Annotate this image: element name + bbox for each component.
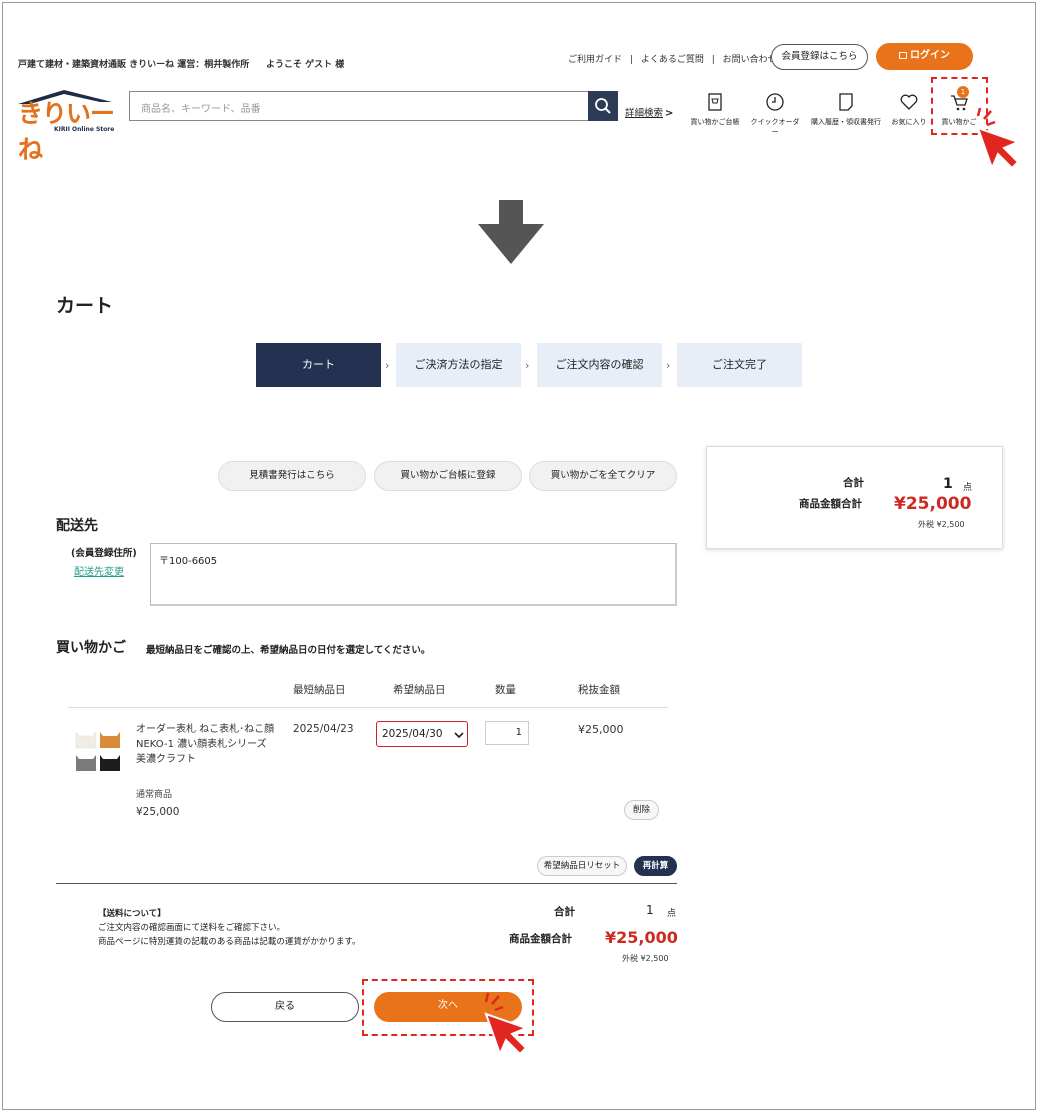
purchase-history-label: 購入履歴・領収書発行	[811, 118, 881, 126]
faq-link[interactable]: よくあるご質問	[641, 55, 704, 65]
advanced-search-label: 詳細検索	[625, 108, 664, 119]
section-divider	[56, 883, 677, 884]
step-separator-icon: ›	[525, 359, 530, 372]
step-payment: ご決済方法の指定	[396, 343, 521, 387]
favorites-icon[interactable]: お気に入り	[890, 91, 928, 127]
link-separator: |	[629, 55, 633, 65]
summary-total-count: 1	[943, 476, 953, 492]
quantity-input[interactable]: 1	[485, 721, 529, 745]
summary-amount: ¥25,000	[894, 494, 972, 514]
summary-amount-label: 商品金額合計	[799, 498, 862, 510]
summary-total-label: 合計	[843, 477, 864, 489]
column-desired-date: 希望納品日	[393, 684, 446, 696]
change-shipping-link[interactable]: 配送先変更	[74, 563, 124, 578]
search-placeholder: 商品名、キーワード、品番	[141, 104, 261, 115]
earliest-delivery-date: 2025/04/23	[293, 723, 354, 735]
clear-cart-button[interactable]: 買い物かごを全てクリア	[529, 461, 677, 491]
register-button[interactable]: 会員登録はこちら	[771, 44, 868, 70]
product-name-line: オーダー表札 ねこ表札･ねこ顔	[136, 724, 275, 735]
step-separator-icon: ›	[385, 359, 390, 372]
page-title: カート	[56, 295, 114, 317]
quick-order-icon[interactable]: クイックオーダー	[749, 91, 801, 137]
top-links: ご利用ガイド | よくあるご質問 | お問い合わせ	[568, 52, 777, 65]
ledger-glyph	[708, 93, 722, 111]
search-button[interactable]	[588, 91, 618, 121]
footer-amount-label: 商品金額合計	[509, 933, 572, 945]
footer-unit: 点	[667, 909, 677, 919]
step-confirm: ご注文内容の確認	[537, 343, 662, 387]
basket-note: 最短納品日をご確認の上、希望納品日の日付を選定してください。	[146, 645, 431, 656]
contact-link[interactable]: お問い合わせ	[723, 55, 777, 65]
arrow-down-icon	[478, 200, 544, 264]
site-logo[interactable]: きりいーね KIRII Online Store	[16, 88, 116, 164]
cat-nameplate-image	[75, 731, 120, 771]
heart-glyph	[900, 94, 918, 110]
order-summary-card: 合計 1 点 商品金額合計 ¥25,000 外税 ¥2,500	[706, 446, 1003, 549]
quick-order-label: クイックオーダー	[750, 118, 800, 136]
back-button[interactable]: 戻る	[211, 992, 359, 1022]
recalculate-button[interactable]: 再計算	[634, 856, 677, 876]
quote-button[interactable]: 見積書発行はこちら	[218, 461, 366, 491]
pointer-hand-icon	[976, 107, 1021, 171]
shipping-note-line: ご注文内容の確認画面にて送料をご確認下さい。	[98, 923, 286, 933]
advanced-search-link[interactable]: 詳細検索 >	[625, 101, 673, 120]
guide-link[interactable]: ご利用ガイド	[568, 55, 622, 65]
delete-button[interactable]: 削除	[624, 800, 659, 820]
site-tagline: 戸建て建材・建築資材通販 きりいーね 運営：桐井製作所	[18, 60, 250, 70]
summary-tax: 外税 ¥2,500	[918, 520, 965, 529]
shipping-heading: 配送先	[56, 518, 98, 534]
basket-heading: 買い物かご	[56, 640, 126, 656]
shipping-note-line: 商品ページに特別運賃の記載のある商品は記載の運賃がかかります。	[98, 937, 361, 947]
desired-date-value: 2025/04/30	[382, 728, 443, 740]
step-separator-icon: ›	[666, 359, 671, 372]
step-cart: カート	[256, 343, 381, 387]
product-name-line: 美濃クラフト	[136, 754, 196, 765]
item-type: 通常商品	[136, 790, 173, 800]
product-thumbnail[interactable]	[74, 728, 124, 776]
column-quantity: 数量	[495, 684, 516, 696]
login-button[interactable]: ログイン	[876, 43, 973, 70]
shopping-ledger-icon[interactable]: 買い物かご台帳	[690, 91, 740, 127]
pointer-hand-icon	[484, 992, 529, 1057]
ledger-label: 買い物かご台帳	[690, 118, 740, 126]
chevron-down-icon	[454, 732, 464, 739]
search-input[interactable]: 商品名、キーワード、品番	[129, 91, 589, 121]
item-price: ¥25,000	[578, 723, 624, 736]
footer-tax: 外税 ¥2,500	[622, 954, 669, 963]
reset-date-button[interactable]: 希望納品日リセット	[537, 856, 627, 876]
table-divider	[68, 707, 668, 708]
footer-amount: ¥25,000	[605, 928, 678, 947]
login-label: ログイン	[910, 50, 950, 61]
column-earliest-date: 最短納品日	[293, 684, 346, 696]
shipping-address-type: (会員登録住所)	[71, 548, 137, 559]
clock-glyph	[766, 93, 784, 111]
purchase-history-icon[interactable]: 購入履歴・領収書発行	[806, 91, 886, 127]
summary-unit: 点	[963, 483, 973, 493]
footer-total-count: 1	[646, 903, 654, 917]
column-price: 税抜金額	[578, 684, 620, 696]
step-complete: ご注文完了	[677, 343, 802, 387]
item-type-price: ¥25,000	[136, 806, 180, 818]
link-separator: |	[711, 55, 715, 65]
register-ledger-button[interactable]: 買い物かご台帳に登録	[374, 461, 522, 491]
product-name[interactable]: オーダー表札 ねこ表札･ねこ顔 NEKO-1 濃い顔表札シリーズ 美濃クラフト	[136, 722, 274, 767]
chevron-right-icon: >	[665, 108, 674, 119]
shipping-note-title: 【送料について】	[98, 909, 166, 919]
desired-date-select[interactable]: 2025/04/30	[376, 721, 468, 747]
favorites-label: お気に入り	[891, 118, 927, 126]
lock-icon	[899, 52, 907, 59]
welcome-text: ようこそ ゲスト 様	[266, 60, 345, 70]
logo-subtitle: KIRII Online Store	[54, 126, 115, 133]
footer-total-label: 合計	[554, 906, 575, 918]
shipping-address: 〒100-6605	[150, 543, 677, 606]
search-icon	[595, 98, 611, 114]
document-glyph	[839, 93, 853, 111]
product-name-line: NEKO-1 濃い顔表札シリーズ	[136, 739, 267, 750]
